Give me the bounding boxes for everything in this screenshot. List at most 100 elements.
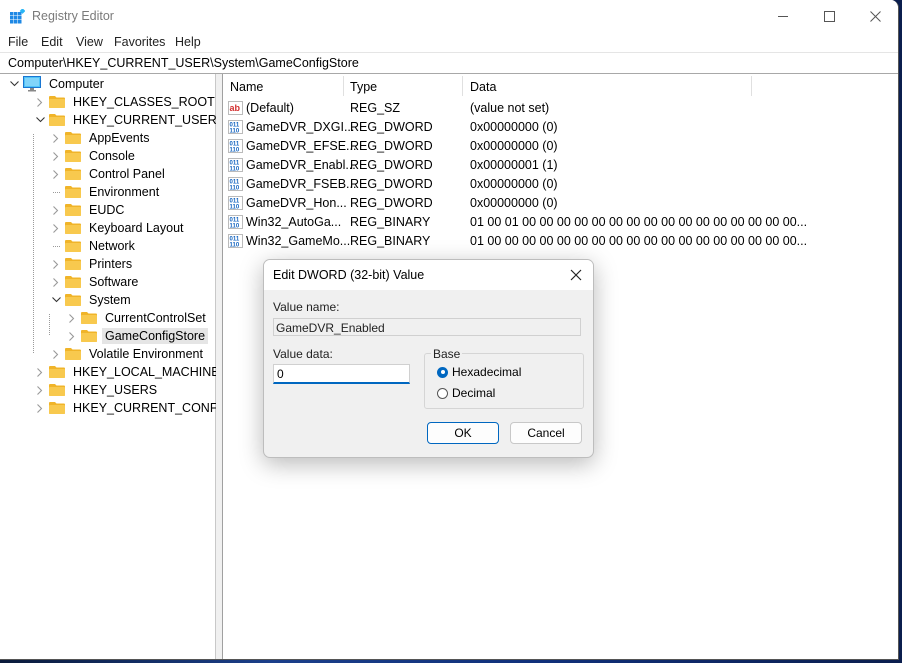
chevron-right-icon[interactable] bbox=[50, 258, 62, 270]
tree-item-environment[interactable]: Environment bbox=[50, 183, 162, 201]
tree-item-system[interactable]: System bbox=[50, 291, 134, 309]
chevron-right-icon[interactable] bbox=[66, 312, 78, 324]
value-type: REG_DWORD bbox=[350, 139, 433, 153]
dialog-close-button[interactable] bbox=[567, 266, 585, 284]
column-separator[interactable] bbox=[751, 76, 752, 96]
chevron-right-icon[interactable] bbox=[34, 366, 46, 378]
value-name-label: Value name: bbox=[273, 300, 340, 314]
cancel-button[interactable]: Cancel bbox=[510, 422, 582, 444]
tree-item-network[interactable]: Network bbox=[50, 237, 138, 255]
title-bar[interactable]: Registry Editor bbox=[0, 0, 898, 32]
base-group: Base Hexadecimal Decimal bbox=[424, 347, 584, 409]
menu-bar: File Edit View Favorites Help bbox=[0, 32, 898, 52]
tree-item-computer[interactable]: Computer bbox=[8, 75, 107, 93]
value-data-label: Value data: bbox=[273, 347, 333, 361]
tree-item-software[interactable]: Software bbox=[50, 273, 141, 291]
folder-icon bbox=[65, 168, 81, 180]
decimal-radio[interactable]: Decimal bbox=[437, 386, 495, 400]
computer-icon bbox=[23, 76, 41, 92]
binary-value-icon: 011 110 bbox=[228, 158, 243, 173]
address-bar[interactable]: Computer\HKEY_CURRENT_USER\System\GameCo… bbox=[0, 52, 898, 75]
tree-item-keyboard-layout[interactable]: Keyboard Layout bbox=[50, 219, 187, 237]
value-row[interactable]: 011 110 GameDVR_DXGI... REG_DWORD 0x00000000… bbox=[223, 118, 823, 137]
key-tree-pane[interactable]: Computer HKEY_CLASSES_ROOT HKEY_CURRENT_US… bbox=[0, 74, 231, 659]
chevron-right-icon[interactable] bbox=[34, 384, 46, 396]
binary-value-icon: 011 110 bbox=[228, 120, 243, 135]
address-input[interactable]: Computer\HKEY_CURRENT_USER\System\GameCo… bbox=[8, 56, 359, 70]
binary-value-icon: 011 110 bbox=[228, 215, 243, 230]
chevron-right-icon[interactable] bbox=[50, 204, 62, 216]
svg-text:110: 110 bbox=[230, 167, 240, 173]
chevron-right-icon[interactable] bbox=[50, 132, 62, 144]
tree-item-label: EUDC bbox=[89, 203, 125, 217]
tree-item-label: CurrentControlSet bbox=[105, 311, 206, 325]
value-row[interactable]: 011 110 GameDVR_FSEB... REG_DWORD 0x00000000… bbox=[223, 175, 823, 194]
tree-item-eudc[interactable]: EUDC bbox=[50, 201, 127, 219]
menu-edit[interactable]: Edit bbox=[41, 35, 63, 49]
chevron-right-icon[interactable] bbox=[34, 402, 46, 414]
value-row[interactable]: 011 110 Win32_GameMo... REG_BINARY 01 00 00 … bbox=[223, 232, 823, 251]
tree-item-currentcontrolset[interactable]: CurrentControlSet bbox=[66, 309, 209, 327]
value-data-input[interactable] bbox=[273, 364, 410, 384]
tree-item-volatile-environment[interactable]: Volatile Environment bbox=[50, 345, 206, 363]
folder-icon bbox=[49, 96, 65, 108]
tree-item-label: Control Panel bbox=[89, 167, 165, 181]
maximize-button[interactable] bbox=[806, 0, 852, 32]
value-data: 0x00000000 (0) bbox=[470, 177, 558, 191]
chevron-right-icon[interactable] bbox=[50, 276, 62, 288]
window-title: Registry Editor bbox=[32, 9, 114, 23]
pane-splitter[interactable] bbox=[216, 74, 223, 659]
hexadecimal-radio[interactable]: Hexadecimal bbox=[437, 365, 521, 379]
folder-icon bbox=[81, 330, 97, 342]
chevron-down-icon[interactable] bbox=[8, 78, 20, 90]
chevron-right-icon[interactable] bbox=[50, 150, 62, 162]
tree-item-control-panel[interactable]: Control Panel bbox=[50, 165, 168, 183]
folder-icon bbox=[65, 258, 81, 270]
value-row[interactable]: 011 110 Win32_AutoGa... REG_BINARY 01 00 01 … bbox=[223, 213, 823, 232]
chevron-down-icon[interactable] bbox=[34, 114, 46, 126]
chevron-down-icon[interactable] bbox=[50, 294, 62, 306]
menu-favorites[interactable]: Favorites bbox=[114, 35, 165, 49]
dialog-title-bar[interactable]: Edit DWORD (32-bit) Value bbox=[264, 260, 593, 290]
folder-icon bbox=[65, 132, 81, 144]
svg-text:110: 110 bbox=[230, 243, 240, 249]
tree-item-label: Keyboard Layout bbox=[89, 221, 184, 235]
folder-icon bbox=[65, 186, 81, 198]
tree-item-hkey-current-user[interactable]: HKEY_CURRENT_USER bbox=[34, 111, 220, 129]
column-separator[interactable] bbox=[343, 76, 344, 96]
tree-item-hkey-users[interactable]: HKEY_USERS bbox=[34, 381, 160, 399]
tree-item-hkey-current-config[interactable]: HKEY_CURRENT_CONFIG bbox=[34, 399, 234, 417]
tree-item-hkey-classes-root[interactable]: HKEY_CLASSES_ROOT bbox=[34, 93, 218, 111]
tree-item-label: Computer bbox=[49, 77, 104, 91]
value-row[interactable]: 011 110 GameDVR_Hon... REG_DWORD 0x00000000 … bbox=[223, 194, 823, 213]
value-row[interactable]: 011 110 GameDVR_Enabl... REG_DWORD 0x0000000… bbox=[223, 156, 823, 175]
chevron-right-icon[interactable] bbox=[50, 222, 62, 234]
menu-help[interactable]: Help bbox=[175, 35, 201, 49]
close-button[interactable] bbox=[852, 0, 898, 32]
menu-file[interactable]: File bbox=[8, 35, 28, 49]
value-type: REG_DWORD bbox=[350, 158, 433, 172]
chevron-right-icon[interactable] bbox=[50, 168, 62, 180]
folder-icon bbox=[65, 204, 81, 216]
value-row[interactable]: ab (Default) REG_SZ (value not set) bbox=[223, 99, 823, 118]
menu-view[interactable]: View bbox=[76, 35, 103, 49]
value-name: GameDVR_EFSE... bbox=[246, 139, 357, 153]
value-row[interactable]: 011 110 GameDVR_EFSE... REG_DWORD 0x00000000… bbox=[223, 137, 823, 156]
tree-item-console[interactable]: Console bbox=[50, 147, 138, 165]
tree-item-hkey-local-machine[interactable]: HKEY_LOCAL_MACHINE bbox=[34, 363, 223, 381]
ok-button[interactable]: OK bbox=[427, 422, 499, 444]
tree-item-appevents[interactable]: AppEvents bbox=[50, 129, 152, 147]
tree-item-printers[interactable]: Printers bbox=[50, 255, 135, 273]
tree-guide-line bbox=[52, 245, 60, 247]
tree-item-label: HKEY_CURRENT_CONFIG bbox=[73, 401, 231, 415]
svg-text:110: 110 bbox=[230, 186, 240, 192]
dialog-title: Edit DWORD (32-bit) Value bbox=[273, 268, 425, 282]
column-separator[interactable] bbox=[462, 76, 463, 96]
minimize-button[interactable] bbox=[760, 0, 806, 32]
folder-icon bbox=[49, 384, 65, 396]
value-data: 0x00000001 (1) bbox=[470, 158, 558, 172]
chevron-right-icon[interactable] bbox=[66, 330, 78, 342]
chevron-right-icon[interactable] bbox=[34, 96, 46, 108]
tree-item-gameconfigstore[interactable]: GameConfigStore bbox=[66, 327, 209, 345]
chevron-right-icon[interactable] bbox=[50, 348, 62, 360]
